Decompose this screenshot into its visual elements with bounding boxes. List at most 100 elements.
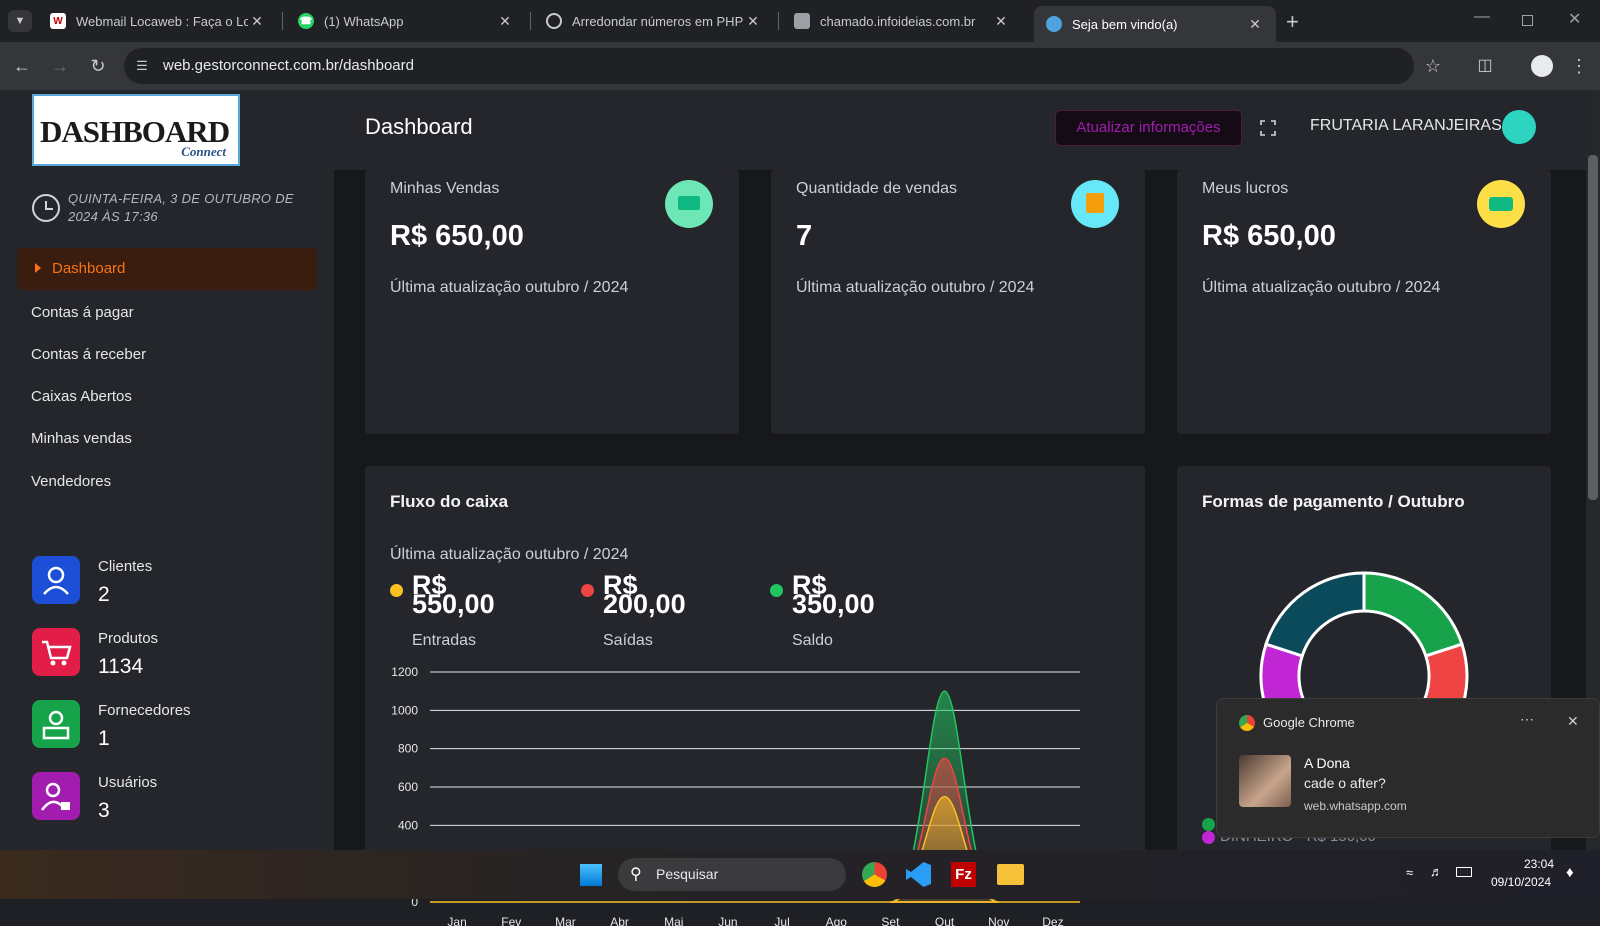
- cashflow-card: Fluxo do caixa Última atualização outubr…: [365, 466, 1145, 926]
- scrollbar-thumb[interactable]: [1588, 155, 1598, 500]
- reload-icon[interactable]: ↻: [87, 55, 109, 77]
- sidebar-item-contas-receber[interactable]: Contas á receber: [31, 346, 146, 363]
- y-tick-label: 1200: [391, 666, 418, 679]
- x-tick-label: Set: [881, 915, 900, 926]
- more-options-icon[interactable]: ⋯: [1520, 711, 1534, 728]
- windows-taskbar: ⚲ Pesquisar Fz ≈ ♬ 23:04 09/10/2024 ♦: [0, 850, 1600, 899]
- close-tab-icon[interactable]: ✕: [496, 13, 514, 30]
- wifi-icon[interactable]: ≈: [1406, 865, 1413, 880]
- close-window-button[interactable]: ✕: [1568, 9, 1581, 29]
- back-icon[interactable]: ←: [11, 55, 33, 77]
- x-tick-label: Jan: [447, 915, 466, 926]
- new-tab-button[interactable]: +: [1286, 9, 1299, 35]
- sidebar-item-contas-pagar[interactable]: Contas á pagar: [31, 304, 134, 321]
- stat-produtos[interactable]: Produtos 1134: [32, 628, 312, 678]
- sidebar-item-dashboard[interactable]: Dashboard: [17, 248, 317, 290]
- file-explorer-taskbar-icon[interactable]: [997, 864, 1024, 885]
- profile-avatar[interactable]: [1531, 55, 1553, 77]
- x-tick-label: Fev: [501, 915, 521, 926]
- cart-icon: [32, 628, 80, 676]
- notification-bell-icon[interactable]: ♦: [1566, 864, 1574, 881]
- site-settings-icon[interactable]: ☰: [131, 55, 153, 77]
- browser-tab-active[interactable]: Seja bem vindo(a) ✕: [1034, 6, 1276, 42]
- donut-slice: [1264, 571, 1366, 658]
- site-icon: [1046, 16, 1062, 32]
- tab-divider: [778, 12, 779, 30]
- restore-button[interactable]: [1522, 15, 1533, 26]
- x-tick-label: Mar: [555, 915, 576, 926]
- sidebar-item-minhas-vendas[interactable]: Minhas vendas: [31, 430, 132, 447]
- kpi-card-quantidade-vendas: Quantidade de vendas 7 Última atualizaçã…: [771, 170, 1145, 434]
- fullscreen-icon[interactable]: [1260, 120, 1276, 136]
- x-tick-label: Ago: [826, 915, 848, 926]
- y-tick-label: 1000: [391, 703, 418, 717]
- taskbar-time[interactable]: 23:04: [1524, 857, 1554, 871]
- caret-right-icon: [35, 263, 41, 273]
- chrome-icon: [1239, 715, 1255, 731]
- browser-tab-strip: ▼ W Webmail Locaweb : Faça o Logi ✕ ☎ (1…: [0, 0, 1600, 42]
- x-tick-label: Dez: [1042, 915, 1063, 926]
- taskbar-date[interactable]: 09/10/2024: [1491, 875, 1551, 889]
- logo[interactable]: DASHBOARD Connect: [32, 94, 240, 166]
- url-text: web.gestorconnect.com.br/dashboard: [163, 57, 414, 74]
- kpi-card-meus-lucros: Meus lucros R$ 650,00 Última atualização…: [1177, 170, 1551, 434]
- browser-menu-icon[interactable]: ⋮: [1568, 55, 1590, 77]
- legend-dot: [770, 584, 783, 597]
- chrome-notification[interactable]: Google Chrome ⋯ ✕ A Dona cade o after? w…: [1216, 698, 1600, 838]
- webmail-icon: W: [50, 13, 66, 29]
- x-tick-label: Out: [935, 915, 955, 926]
- store-name[interactable]: FRUTARIA LARANJEIRAS: [1310, 117, 1502, 135]
- legend-dot: [1202, 818, 1215, 831]
- close-notification-icon[interactable]: ✕: [1567, 713, 1579, 730]
- browser-tab[interactable]: chamado.infoideias.com.br ✕: [782, 6, 1022, 36]
- vscode-taskbar-icon[interactable]: [906, 862, 931, 887]
- close-tab-icon[interactable]: ✕: [1246, 16, 1264, 33]
- sidebar-item-caixas-abertos[interactable]: Caixas Abertos: [31, 388, 132, 405]
- browser-tab[interactable]: W Webmail Locaweb : Faça o Logi ✕: [38, 6, 278, 36]
- x-tick-label: Nov: [988, 915, 1009, 926]
- volume-icon[interactable]: ♬: [1430, 864, 1443, 879]
- filezilla-taskbar-icon[interactable]: Fz: [951, 862, 976, 887]
- browser-tab[interactable]: ☎ (1) WhatsApp ✕: [286, 6, 526, 36]
- browser-tab[interactable]: Arredondar números em PHP ✕: [534, 6, 774, 36]
- legend-dot: [390, 584, 403, 597]
- stat-usuarios[interactable]: Usuários 3: [32, 772, 312, 822]
- search-icon: ⚲: [630, 866, 642, 883]
- y-tick-label: 800: [398, 742, 418, 756]
- minimize-button[interactable]: —: [1474, 8, 1490, 26]
- forward-icon[interactable]: →: [49, 55, 71, 77]
- stat-clientes[interactable]: Clientes 2: [32, 556, 312, 606]
- extensions-icon[interactable]: ◫: [1474, 55, 1496, 77]
- tab-search-button[interactable]: ▼: [8, 10, 32, 32]
- y-tick-label: 600: [398, 780, 418, 794]
- cashflow-updated: Última atualização outubro / 2024: [390, 546, 629, 563]
- chrome-taskbar-icon[interactable]: [862, 862, 887, 887]
- kpi-card-minhas-vendas: Minhas Vendas R$ 650,00 Última atualizaç…: [365, 170, 739, 434]
- close-tab-icon[interactable]: ✕: [992, 13, 1010, 30]
- close-tab-icon[interactable]: ✕: [744, 13, 762, 30]
- site-icon: [794, 13, 810, 29]
- x-tick-label: Abr: [610, 915, 629, 926]
- openai-icon: [546, 13, 562, 29]
- payment-methods-title: Formas de pagamento / Outubro: [1202, 492, 1465, 511]
- money-icon: [665, 180, 713, 228]
- clock-icon: [32, 194, 60, 222]
- stat-fornecedores[interactable]: Fornecedores 1: [32, 700, 312, 750]
- sidebar: DASHBOARD Connect QUINTA-FEIRA, 3 DE OUT…: [0, 90, 334, 850]
- user-lock-icon: [32, 772, 80, 820]
- taskbar-search[interactable]: ⚲ Pesquisar: [618, 858, 846, 891]
- store-avatar[interactable]: [1502, 110, 1536, 144]
- bookmark-star-icon[interactable]: ☆: [1422, 55, 1444, 77]
- x-tick-label: Jul: [774, 915, 789, 926]
- donut-slice: [1362, 571, 1464, 658]
- refresh-button[interactable]: Atualizar informações: [1055, 110, 1242, 146]
- windows-start-icon[interactable]: [580, 864, 602, 886]
- battery-icon[interactable]: [1456, 867, 1472, 877]
- legend-dot: [1202, 831, 1215, 844]
- y-tick-label: 400: [398, 818, 418, 832]
- close-tab-icon[interactable]: ✕: [248, 13, 266, 30]
- sender-avatar: [1239, 755, 1291, 807]
- tab-divider: [282, 12, 283, 30]
- sidebar-item-vendedores[interactable]: Vendedores: [31, 473, 111, 490]
- x-tick-label: Mai: [664, 915, 683, 926]
